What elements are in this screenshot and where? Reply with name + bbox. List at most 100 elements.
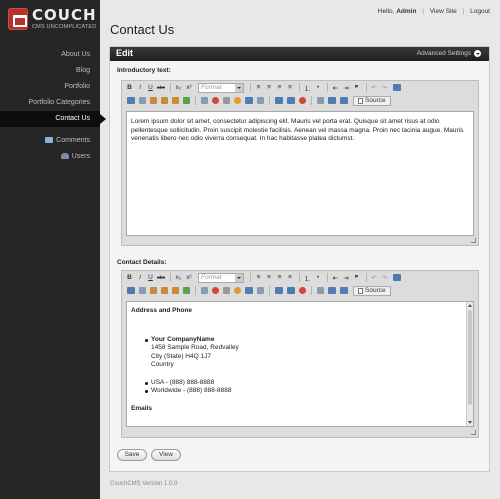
cut-icon[interactable] xyxy=(127,287,135,294)
redo-icon[interactable]: ↷ xyxy=(380,273,389,282)
undo-icon[interactable]: ↶ xyxy=(370,83,379,92)
copy-icon[interactable] xyxy=(139,97,146,104)
link-icon[interactable] xyxy=(275,97,283,104)
sidebar-item-users[interactable]: Users xyxy=(0,149,100,165)
numbered-list-icon[interactable]: ⒈ xyxy=(303,273,312,283)
special-char-icon[interactable] xyxy=(245,287,253,294)
flash-icon[interactable] xyxy=(212,97,219,104)
link-icon[interactable] xyxy=(275,287,283,294)
bullet-list-icon[interactable]: • xyxy=(314,273,323,282)
eraser-icon[interactable] xyxy=(392,274,401,281)
underline-button[interactable]: U xyxy=(146,273,155,282)
paste-word-icon[interactable] xyxy=(172,97,179,104)
page-break-icon[interactable] xyxy=(257,97,264,104)
subscript-button[interactable]: x₂ xyxy=(174,83,183,92)
scroll-up-icon[interactable] xyxy=(468,304,472,307)
scrollbar-thumb[interactable] xyxy=(468,310,472,405)
advanced-settings-toggle[interactable]: Advanced Settings xyxy=(417,50,481,57)
align-justify-icon[interactable]: ≡ xyxy=(286,273,295,282)
chevron-down-icon xyxy=(474,50,481,57)
paste-text-icon[interactable] xyxy=(161,97,168,104)
cut-icon[interactable] xyxy=(127,97,135,104)
superscript-button[interactable]: x² xyxy=(185,273,194,282)
indent-icon[interactable]: ⇥ xyxy=(342,273,351,282)
intro-content-area[interactable]: Lorem ipsum dolor sit amet, consectetur … xyxy=(126,111,474,236)
format-select[interactable]: Format xyxy=(198,82,244,93)
undo-icon[interactable]: ↶ xyxy=(370,273,379,282)
sidebar-item-contact-us[interactable]: Contact Us xyxy=(0,111,106,127)
paste-word-icon[interactable] xyxy=(172,287,179,294)
subscript-button[interactable]: x₂ xyxy=(174,273,183,282)
resize-handle-icon[interactable] xyxy=(471,430,476,435)
flash-icon[interactable] xyxy=(212,287,219,294)
bold-button[interactable]: B xyxy=(125,83,134,92)
italic-button[interactable]: I xyxy=(136,83,145,92)
underline-button[interactable]: U xyxy=(146,83,155,92)
maximize-icon[interactable] xyxy=(317,97,324,104)
paste-icon[interactable] xyxy=(150,287,157,294)
save-button[interactable]: Save xyxy=(117,449,147,461)
smiley-icon[interactable] xyxy=(234,287,241,294)
sidebar-item-comments[interactable]: Comments xyxy=(0,133,100,149)
table-icon[interactable] xyxy=(201,287,208,294)
resize-handle-icon[interactable] xyxy=(471,238,476,243)
copy-icon[interactable] xyxy=(139,287,146,294)
bullet-list-icon[interactable]: • xyxy=(314,83,323,92)
settings-icon[interactable] xyxy=(340,97,348,104)
image-icon[interactable] xyxy=(183,287,190,294)
numbered-list-icon[interactable]: ⒈ xyxy=(303,83,312,93)
special-char-icon[interactable] xyxy=(245,97,253,104)
outdent-icon[interactable]: ⇤ xyxy=(331,83,340,92)
sidebar-item-blog[interactable]: Blog xyxy=(0,63,100,79)
show-blocks-icon[interactable] xyxy=(328,97,336,104)
scroll-down-icon[interactable] xyxy=(468,421,472,424)
contact-content-area[interactable]: Address and Phone Your CompanyName 1458 … xyxy=(126,301,474,427)
eraser-icon[interactable] xyxy=(392,84,401,91)
sidebar-item-portfolio-categories[interactable]: Portfolio Categories xyxy=(0,95,100,111)
outdent-icon[interactable]: ⇤ xyxy=(331,273,340,282)
paste-icon[interactable] xyxy=(150,97,157,104)
align-center-icon[interactable]: ≡ xyxy=(265,83,274,92)
sidebar-item-about-us[interactable]: About Us xyxy=(0,47,100,63)
anchor-icon[interactable] xyxy=(299,97,306,104)
blockquote-icon[interactable]: ❞ xyxy=(352,83,361,92)
redo-icon[interactable]: ↷ xyxy=(380,83,389,92)
logout-link[interactable]: Logout xyxy=(470,8,490,15)
emails-heading: Emails xyxy=(131,404,152,412)
align-right-icon[interactable]: ≡ xyxy=(275,83,284,92)
app-logo[interactable]: COUCH CMS UNCOMPLICATED xyxy=(8,8,97,30)
table-icon[interactable] xyxy=(201,97,208,104)
align-center-icon[interactable]: ≡ xyxy=(265,273,274,282)
view-button[interactable]: View xyxy=(151,449,181,461)
show-blocks-icon[interactable] xyxy=(328,287,336,294)
superscript-button[interactable]: x² xyxy=(185,83,194,92)
align-justify-icon[interactable]: ≡ xyxy=(286,83,295,92)
settings-icon[interactable] xyxy=(340,287,348,294)
align-left-icon[interactable]: ≡ xyxy=(254,83,263,92)
scrollbar[interactable] xyxy=(466,302,473,426)
paste-text-icon[interactable] xyxy=(161,287,168,294)
strike-button[interactable]: abc xyxy=(157,83,166,92)
bold-button[interactable]: B xyxy=(125,273,134,282)
horizontal-rule-icon[interactable] xyxy=(223,97,230,104)
italic-button[interactable]: I xyxy=(136,273,145,282)
anchor-icon[interactable] xyxy=(299,287,306,294)
strike-button[interactable]: abc xyxy=(157,273,166,282)
maximize-icon[interactable] xyxy=(317,287,324,294)
source-button[interactable]: Source xyxy=(353,95,391,106)
align-left-icon[interactable]: ≡ xyxy=(254,273,263,282)
image-icon[interactable] xyxy=(183,97,190,104)
smiley-icon[interactable] xyxy=(234,97,241,104)
format-select[interactable]: Format xyxy=(198,272,244,283)
horizontal-rule-icon[interactable] xyxy=(223,287,230,294)
source-button[interactable]: Source xyxy=(353,285,391,296)
unlink-icon[interactable] xyxy=(287,287,295,294)
view-site-link[interactable]: View Site xyxy=(430,8,457,15)
editor-toolbar-row-2: Source xyxy=(122,284,478,297)
unlink-icon[interactable] xyxy=(287,97,295,104)
align-right-icon[interactable]: ≡ xyxy=(275,273,284,282)
page-break-icon[interactable] xyxy=(257,287,264,294)
blockquote-icon[interactable]: ❞ xyxy=(352,273,361,282)
indent-icon[interactable]: ⇥ xyxy=(342,83,351,92)
sidebar-item-portfolio[interactable]: Portfolio xyxy=(0,79,100,95)
